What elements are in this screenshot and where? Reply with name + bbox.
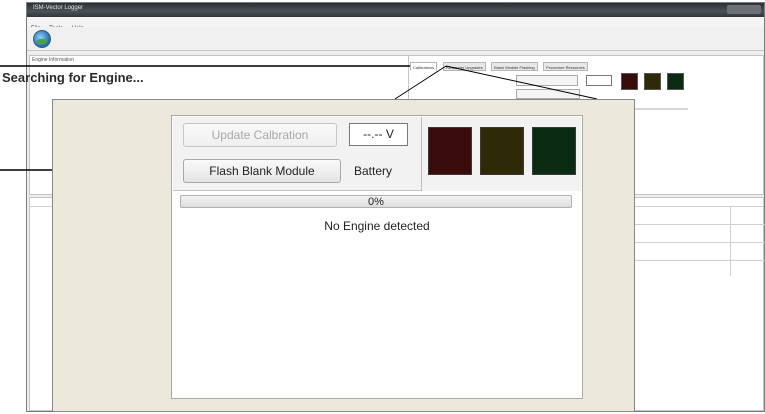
progress-percent: 0%: [368, 196, 384, 208]
update-calibration-button[interactable]: Update Calbration: [183, 123, 337, 147]
battery-label: Battery: [354, 164, 393, 178]
red-indicator: [428, 127, 472, 175]
screenshot-stage: ISM-Vector Logger File Tools Help Engine…: [0, 0, 765, 414]
battery-voltage-readout: --.-- V: [349, 123, 408, 146]
magnified-callout: Update Calbration --.-- V Flash Blank Mo…: [52, 99, 635, 412]
calibration-frame: Update Calbration --.-- V Flash Blank Mo…: [171, 115, 583, 399]
yellow-indicator: [480, 127, 524, 175]
status-indicators: [421, 117, 581, 191]
flash-progress-bar: 0%: [180, 195, 572, 208]
flash-blank-module-button[interactable]: Flash Blank Module: [183, 159, 341, 183]
calibration-controls: Update Calbration --.-- V Flash Blank Mo…: [173, 117, 581, 191]
engine-status-message: No Engine detected: [324, 219, 430, 233]
green-indicator: [532, 127, 576, 175]
